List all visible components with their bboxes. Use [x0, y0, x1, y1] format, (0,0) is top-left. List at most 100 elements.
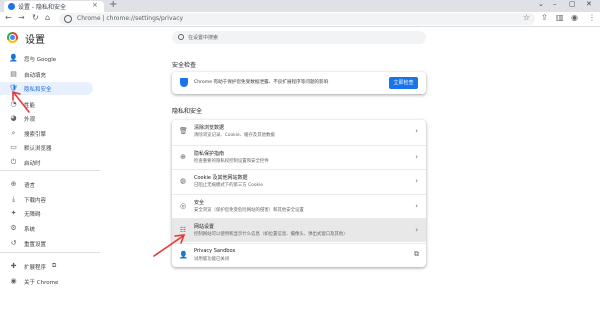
- browser-icon: ▭: [10, 143, 17, 151]
- privacy-row-2[interactable]: ◍ Cookie 及其他网站数据 已阻止无痕模式下的第三方 Cookie ›: [172, 169, 426, 193]
- chevron-right-icon: ›: [415, 177, 418, 185]
- external-link-icon: ⧉: [52, 262, 57, 269]
- sidebar-item-label: 下载内容: [24, 198, 47, 204]
- external-link-icon: ⧉: [414, 249, 419, 258]
- privacy-row-3[interactable]: ◎ 安全 安全浏览（保护您免受危险网站的侵害）和其他安全设置 ›: [172, 193, 426, 218]
- toolbar: ← → ↻ ⌂ Chrome | chrome://settings/priva…: [0, 12, 600, 27]
- row-title: 隐私保护指南: [194, 150, 225, 157]
- sidebar-item-label: 您与 Google: [24, 57, 57, 63]
- privacy-heading: 隐私和安全: [172, 108, 203, 115]
- sidebar-item-label: 扩展程序: [24, 265, 47, 271]
- profile-icon[interactable]: ◉: [571, 13, 578, 22]
- safety-check-row: Chrome 有助于保护您免受数据泄露、不良扩展程序等问题的影响 立即检查: [172, 72, 426, 94]
- sidebar-item-label: 系统: [24, 227, 36, 233]
- sidebar-item-label: 无障碍: [24, 212, 41, 218]
- safety-check-heading: 安全检查: [172, 62, 197, 69]
- power-icon: ⏻: [10, 158, 17, 166]
- person-icon: 👤: [9, 54, 18, 62]
- download-icon: ⤓: [11, 195, 16, 203]
- sidebar-item-13[interactable]: ✚ 扩展程序 ⧉: [0, 260, 93, 273]
- speedometer-icon: ◔: [10, 100, 17, 108]
- shield-icon: 🛡: [9, 84, 18, 92]
- search-placeholder: 在设置中搜索: [188, 35, 219, 41]
- sidebar-item-label: 重置设置: [24, 242, 47, 248]
- puzzle-icon: ✚: [10, 262, 17, 270]
- sidebar-item-11[interactable]: ⚙ 系统: [0, 222, 93, 235]
- sidebar-item-0[interactable]: 👤 您与 Google: [0, 52, 93, 65]
- window-close-icon[interactable]: ✕: [586, 0, 592, 8]
- forward-icon[interactable]: →: [18, 13, 25, 22]
- sidebar-item-label: 搜索引擎: [24, 132, 47, 138]
- tab-strip: 设置 - 隐私和安全 × + ⌄ – ▢ ✕: [0, 0, 600, 12]
- check-now-button[interactable]: 立即检查: [389, 77, 418, 89]
- reload-icon[interactable]: ↻: [32, 13, 39, 22]
- trash-icon: 🗑: [179, 127, 188, 135]
- settings-favicon-icon: [8, 3, 15, 10]
- privacy-guide-icon: ⊕: [180, 152, 186, 161]
- sidebar-item-9[interactable]: ⤓ 下载内容: [0, 193, 93, 206]
- home-icon[interactable]: ⌂: [45, 13, 50, 22]
- sidebar-item-10[interactable]: ✦ 无障碍: [0, 207, 93, 220]
- sidebar-toggle-icon[interactable]: ▥: [556, 13, 564, 22]
- sidebar-item-1[interactable]: ▤ 自动填充: [0, 68, 93, 81]
- safety-check-text: Chrome 有助于保护您免受数据泄露、不良扩展程序等问题的影响: [194, 80, 329, 85]
- sidebar-item-7[interactable]: ⏻ 启动时: [0, 156, 93, 169]
- sidebar-item-6[interactable]: ▭ 默认浏览器: [0, 141, 93, 154]
- row-title: Privacy Sandbox: [194, 247, 236, 254]
- sidebar-item-label: 自动填充: [24, 73, 47, 79]
- row-subtitle: 控制网站可以使用和显示什么信息（如位置信息、摄像头、弹出式窗口及其他）: [194, 232, 348, 237]
- palette-icon: ◕: [10, 114, 17, 122]
- search-input[interactable]: 在设置中搜索: [172, 31, 426, 44]
- privacy-card: 🗑 清除浏览数据 清除浏览记录、Cookie、缓存及其他数据 › ⊕ 隐私保护指南 检查重要…: [172, 120, 426, 267]
- safety-check-card: Chrome 有助于保护您免受数据泄露、不良扩展程序等问题的影响 立即检查: [172, 72, 426, 94]
- page-title: 设置: [25, 35, 45, 46]
- chevron-right-icon: ›: [415, 152, 418, 161]
- sidebar-item-label: 性能: [24, 103, 36, 109]
- menu-icon[interactable]: ⋮: [588, 13, 596, 22]
- new-tab-icon[interactable]: +: [109, 0, 117, 10]
- sidebar-item-3[interactable]: ◔ 性能: [0, 98, 93, 111]
- row-subtitle: 安全浏览（保护您免受危险网站的侵害）和其他安全设置: [194, 207, 304, 213]
- row-subtitle: 已阻止无痕模式下的第三方 Cookie: [194, 183, 263, 188]
- sidebar-item-2[interactable]: 🛡 隐私和安全: [0, 82, 93, 95]
- shield-icon: ◎: [179, 201, 187, 210]
- back-icon[interactable]: ←: [5, 13, 12, 22]
- address-bar[interactable]: Chrome | chrome://settings/privacy ☆: [59, 13, 535, 25]
- sidebar-item-5[interactable]: ⌕ 搜索引擎: [0, 127, 93, 140]
- flask-icon: 👤: [179, 250, 188, 259]
- minimize-icon[interactable]: –: [553, 0, 557, 8]
- row-subtitle: 清除浏览记录、Cookie、缓存及其他数据: [194, 133, 275, 138]
- tab-search-icon[interactable]: ⌄: [538, 0, 544, 8]
- row-title: 网站设置: [194, 224, 215, 230]
- sidebar-item-label: 默认浏览器: [24, 146, 52, 152]
- row-title: Cookie 及其他网站数据: [194, 175, 248, 181]
- browser-tab[interactable]: 设置 - 隐私和安全 ×: [4, 1, 104, 12]
- bookmark-star-icon[interactable]: ☆: [523, 13, 530, 22]
- privacy-row-1[interactable]: ⊕ 隐私保护指南 检查重要的隐私权控制设置和安全控件 ›: [172, 144, 426, 169]
- wrench-icon: ⚙: [10, 224, 17, 232]
- privacy-row-5[interactable]: 👤 Privacy Sandbox 试用版功能已关闭 ⧉: [172, 242, 426, 267]
- share-icon[interactable]: ⇪: [541, 13, 548, 22]
- row-subtitle: 检查重要的隐私权控制设置和安全控件: [194, 158, 269, 164]
- chevron-right-icon: ›: [415, 201, 418, 210]
- globe-icon: ⊕: [10, 180, 17, 188]
- tab-close-icon[interactable]: ×: [92, 1, 98, 9]
- sidebar-divider: [0, 252, 100, 253]
- chevron-right-icon: ›: [415, 127, 418, 135]
- reset-icon: ↺: [10, 239, 17, 247]
- sidebar-item-label: 语言: [24, 183, 36, 189]
- site-settings-icon: ☷: [179, 226, 187, 234]
- chevron-right-icon: ›: [415, 226, 418, 234]
- privacy-row-0[interactable]: 🗑 清除浏览数据 清除浏览记录、Cookie、缓存及其他数据 ›: [172, 120, 426, 144]
- privacy-row-4[interactable]: ☷ 网站设置控制网站可以使用和显示什么信息（如位置信息、摄像头、弹出式窗口及其他）…: [172, 218, 426, 242]
- sidebar-item-12[interactable]: ↺ 重置设置: [0, 237, 93, 250]
- sidebar-item-label: 关于 Chrome: [24, 280, 59, 286]
- maximize-icon[interactable]: ▢: [569, 0, 576, 8]
- sidebar-item-4[interactable]: ◕ 外观: [0, 112, 93, 125]
- chrome-logo-icon: [7, 32, 18, 43]
- search-icon: [178, 34, 184, 40]
- sidebar-item-8[interactable]: ⊕ 语言: [0, 178, 93, 191]
- sidebar-item-14[interactable]: ◉ 关于 Chrome: [0, 275, 93, 288]
- chrome-icon: ◉: [10, 277, 17, 285]
- accessibility-icon: ✦: [10, 209, 17, 217]
